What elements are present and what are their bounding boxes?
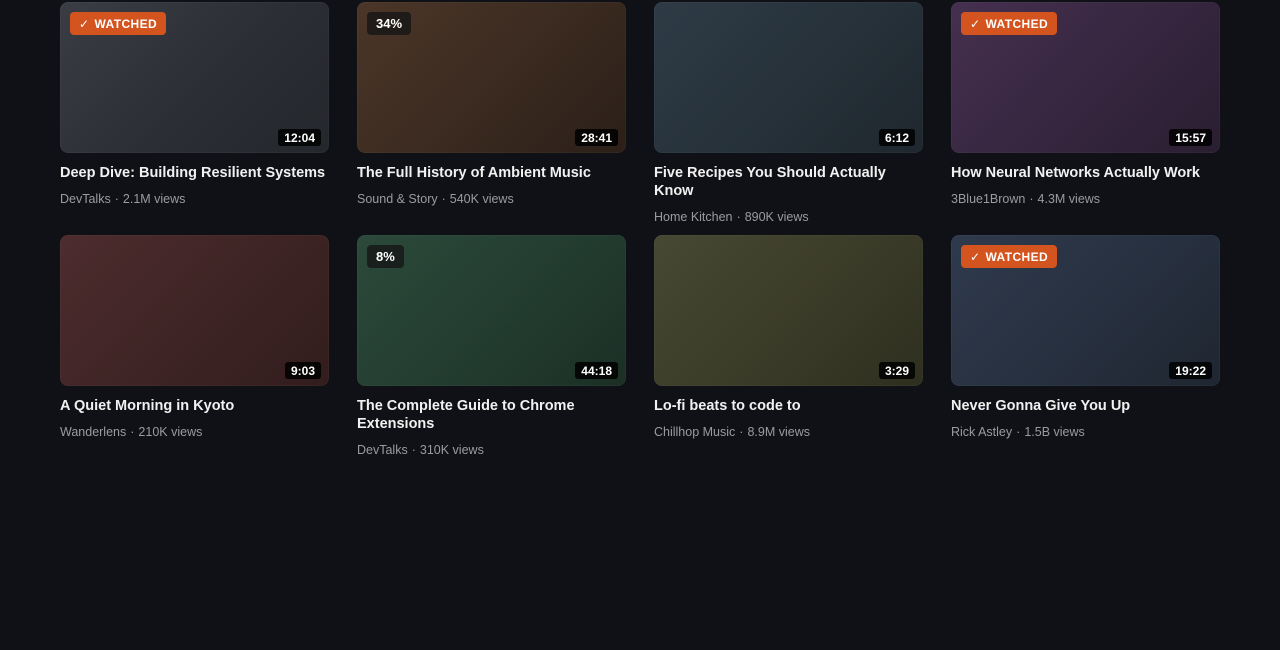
video-thumbnail[interactable]: ✓ WATCHED 15:57 [951, 2, 1220, 153]
video-title[interactable]: A Quiet Morning in Kyoto [60, 397, 329, 415]
view-count: 890K views [744, 210, 809, 224]
video-title[interactable]: Five Recipes You Should Actually Know [654, 164, 923, 200]
video-card[interactable]: 9:03 A Quiet Morning in Kyoto Wanderlens · 2… [60, 235, 329, 495]
video-title[interactable]: Deep Dive: Building Resilient Systems [60, 164, 329, 182]
meta-separator: · [739, 425, 744, 439]
meta-separator: · [411, 443, 416, 457]
video-card[interactable]: ✓ WATCHED 12:04 Deep Dive: Building Resilie… [60, 2, 329, 235]
view-count: 4.3M views [1037, 192, 1101, 206]
channel-name[interactable]: Wanderlens [60, 425, 126, 439]
video-thumbnail[interactable]: 9:03 [60, 235, 329, 386]
watched-badge-label: WATCHED [94, 16, 158, 31]
check-icon: ✓ [970, 16, 981, 31]
duration-badge: 19:22 [1169, 362, 1212, 379]
video-thumbnail[interactable]: 34% 28:41 [357, 2, 626, 153]
watched-badge-label: WATCHED [985, 249, 1049, 264]
meta-separator: · [1016, 425, 1021, 439]
progress-badge: 8% [367, 245, 404, 268]
video-meta: Chillhop Music · 8.9M views [654, 425, 923, 440]
duration-badge: 12:04 [278, 129, 321, 146]
view-count: 210K views [138, 425, 203, 439]
video-thumbnail[interactable]: ✓ WATCHED 19:22 [951, 235, 1220, 386]
view-count: 1.5B views [1024, 425, 1085, 439]
meta-separator: · [114, 192, 119, 206]
duration-badge: 15:57 [1169, 129, 1212, 146]
video-title[interactable]: The Full History of Ambient Music [357, 164, 626, 182]
channel-name[interactable]: Home Kitchen [654, 210, 733, 224]
watched-badge: ✓ WATCHED [70, 12, 167, 35]
channel-name[interactable]: Rick Astley [951, 425, 1012, 439]
view-count: 2.1M views [122, 192, 186, 206]
video-card[interactable]: 3:29 Lo-fi beats to code to Chillhop Music… [654, 235, 923, 495]
video-meta: 3Blue1Brown · 4.3M views [951, 192, 1220, 207]
check-icon: ✓ [79, 16, 90, 31]
channel-name[interactable]: 3Blue1Brown [951, 192, 1025, 206]
video-card[interactable]: 34% 28:41 The Full History of Ambient Musi… [357, 2, 626, 235]
check-icon: ✓ [970, 249, 981, 264]
duration-badge: 44:18 [575, 362, 618, 379]
meta-separator: · [1029, 192, 1034, 206]
view-count: 310K views [419, 443, 484, 457]
meta-separator: · [736, 210, 741, 224]
video-title[interactable]: Lo-fi beats to code to [654, 397, 923, 415]
meta-separator: · [130, 425, 135, 439]
watched-badge: ✓ WATCHED [961, 12, 1058, 35]
video-title[interactable]: Never Gonna Give You Up [951, 397, 1220, 415]
video-grid: ✓ WATCHED 12:04 Deep Dive: Building Resilie… [60, 2, 1220, 495]
duration-badge: 9:03 [284, 362, 321, 379]
video-title[interactable]: How Neural Networks Actually Work [951, 164, 1220, 182]
channel-name[interactable]: Sound & Story [357, 192, 438, 206]
watched-badge: ✓ WATCHED [961, 245, 1058, 268]
view-count: 8.9M views [747, 425, 810, 439]
video-thumbnail[interactable]: ✓ WATCHED 12:04 [60, 2, 329, 153]
video-card[interactable]: 6:12 Five Recipes You Should Actually Kno… [654, 2, 923, 235]
video-meta: DevTalks · 2.1M views [60, 192, 329, 207]
video-meta: DevTalks · 310K views [357, 443, 626, 458]
duration-badge: 28:41 [575, 129, 618, 146]
channel-name[interactable]: Chillhop Music [654, 425, 735, 439]
video-meta: Sound & Story · 540K views [357, 192, 626, 207]
video-thumbnail[interactable]: 3:29 [654, 235, 923, 386]
progress-badge: 34% [367, 12, 412, 35]
video-card[interactable]: ✓ WATCHED 19:22 Never Gonna Give You Up Rick… [951, 235, 1220, 495]
watched-badge-label: WATCHED [985, 16, 1049, 31]
video-title[interactable]: The Complete Guide to Chrome Extensions [357, 397, 626, 433]
video-meta: Rick Astley · 1.5B views [951, 425, 1220, 440]
duration-badge: 6:12 [878, 129, 915, 146]
meta-separator: · [441, 192, 446, 206]
video-card[interactable]: ✓ WATCHED 15:57 How Neural Networks Actuall… [951, 2, 1220, 235]
video-meta: Wanderlens · 210K views [60, 425, 329, 440]
channel-name[interactable]: DevTalks [357, 443, 408, 457]
video-thumbnail[interactable]: 8% 44:18 [357, 235, 626, 386]
video-meta: Home Kitchen · 890K views [654, 210, 923, 225]
view-count: 540K views [449, 192, 514, 206]
video-card[interactable]: 8% 44:18 The Complete Guide to Chrome Exte… [357, 235, 626, 495]
duration-badge: 3:29 [878, 362, 915, 379]
channel-name[interactable]: DevTalks [60, 192, 111, 206]
video-thumbnail[interactable]: 6:12 [654, 2, 923, 153]
